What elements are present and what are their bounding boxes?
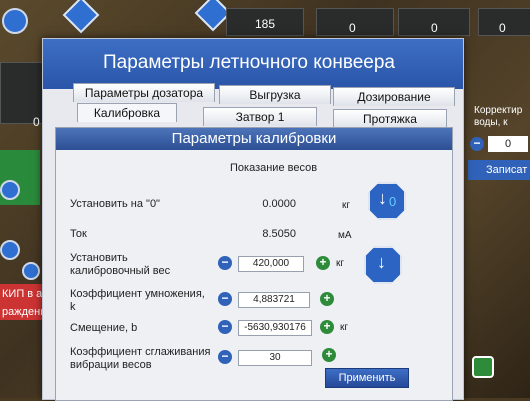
zero-value: 0.0000 xyxy=(262,198,296,210)
smooth-coef-label: Коэффициент сглаживания вибрации весов xyxy=(70,346,211,371)
bg-pump-icon[interactable] xyxy=(22,262,40,280)
conveyor-parameters-dialog: Параметры летночного конвеера Параметры … xyxy=(42,38,464,401)
zero-label: Установить на "0" xyxy=(70,198,160,210)
bg-corner-icon[interactable] xyxy=(472,356,494,378)
tab-doser-params[interactable]: Параметры дозатора xyxy=(73,83,215,102)
zero-unit: кг xyxy=(342,200,351,211)
offset-minus-icon[interactable]: − xyxy=(218,320,232,334)
calib-unit: кг xyxy=(336,258,345,269)
tab-shutter-1[interactable]: Затвор 1 xyxy=(203,107,317,126)
mult-minus-icon[interactable]: − xyxy=(218,292,232,306)
bg-counter-c: 0 xyxy=(478,8,530,36)
smooth-plus-icon[interactable]: + xyxy=(322,348,336,362)
arrow-down-zero-icon[interactable]: ↓ 0 xyxy=(368,182,406,220)
bg-counter-b: 0 xyxy=(398,8,470,36)
current-unit: мА xyxy=(338,230,352,241)
bg-right-write-button[interactable]: Записат xyxy=(468,160,530,180)
tab-dosing[interactable]: Дозирование xyxy=(333,87,455,106)
current-value: 8.5050 xyxy=(262,228,296,240)
calib-plus-icon[interactable]: + xyxy=(316,256,330,270)
calib-weight-input[interactable]: 420,000 xyxy=(238,256,304,272)
bg-counter-185: 185 xyxy=(226,8,304,36)
mult-coef-label: Коэффициент умножения, k xyxy=(70,288,205,313)
offset-plus-icon[interactable]: + xyxy=(320,320,334,334)
bg-counter-value: 0 xyxy=(499,21,506,35)
tab-calibration[interactable]: Калибровка xyxy=(77,103,177,122)
dialog-titlebar: Параметры летночного конвеера xyxy=(43,39,463,89)
bg-pump-icon[interactable] xyxy=(0,180,20,200)
current-label: Ток xyxy=(70,228,87,240)
weight-reading-header: Показание весов xyxy=(230,162,318,174)
bg-valve-icon[interactable] xyxy=(2,8,28,34)
bg-counter-value: 0 xyxy=(349,21,356,35)
apply-button[interactable]: Применить xyxy=(325,368,409,388)
bg-counter-value: 0 xyxy=(431,21,438,35)
mult-plus-icon[interactable]: + xyxy=(320,292,334,306)
bg-right-label: Корректир воды, к xyxy=(474,105,523,128)
bg-left-panel: 0 xyxy=(0,62,46,129)
mult-coef-input[interactable]: 4,883721 xyxy=(238,292,310,308)
offset-unit: кг xyxy=(340,322,349,333)
calibration-section-header: Параметры калибровки xyxy=(56,128,452,150)
offset-input[interactable]: -5630,930176 xyxy=(238,320,312,336)
tab-unloading[interactable]: Выгрузка xyxy=(219,85,331,104)
bg-counter-value: 185 xyxy=(255,17,276,31)
bg-pump-icon[interactable] xyxy=(0,240,20,260)
bg-right-input[interactable]: 0 xyxy=(488,136,528,152)
calib-weight-label: Установить калибровочный вес xyxy=(70,252,171,277)
bg-right-minus-icon[interactable]: − xyxy=(470,137,484,151)
tab-pulling[interactable]: Протяжка xyxy=(333,109,447,128)
bg-counter-a: 0 xyxy=(316,8,394,36)
smooth-coef-input[interactable]: 30 xyxy=(238,350,312,366)
dialog-title: Параметры летночного конвеера xyxy=(103,52,395,73)
offset-label: Смещение, b xyxy=(70,322,138,334)
bg-left-value: 0 xyxy=(33,115,40,129)
smooth-minus-icon[interactable]: − xyxy=(218,350,232,364)
arrow-down-icon[interactable]: ↓ xyxy=(364,246,402,284)
calibration-pane: Параметры калибровки Показание весов Уст… xyxy=(55,127,453,401)
calib-minus-icon[interactable]: − xyxy=(218,256,232,270)
